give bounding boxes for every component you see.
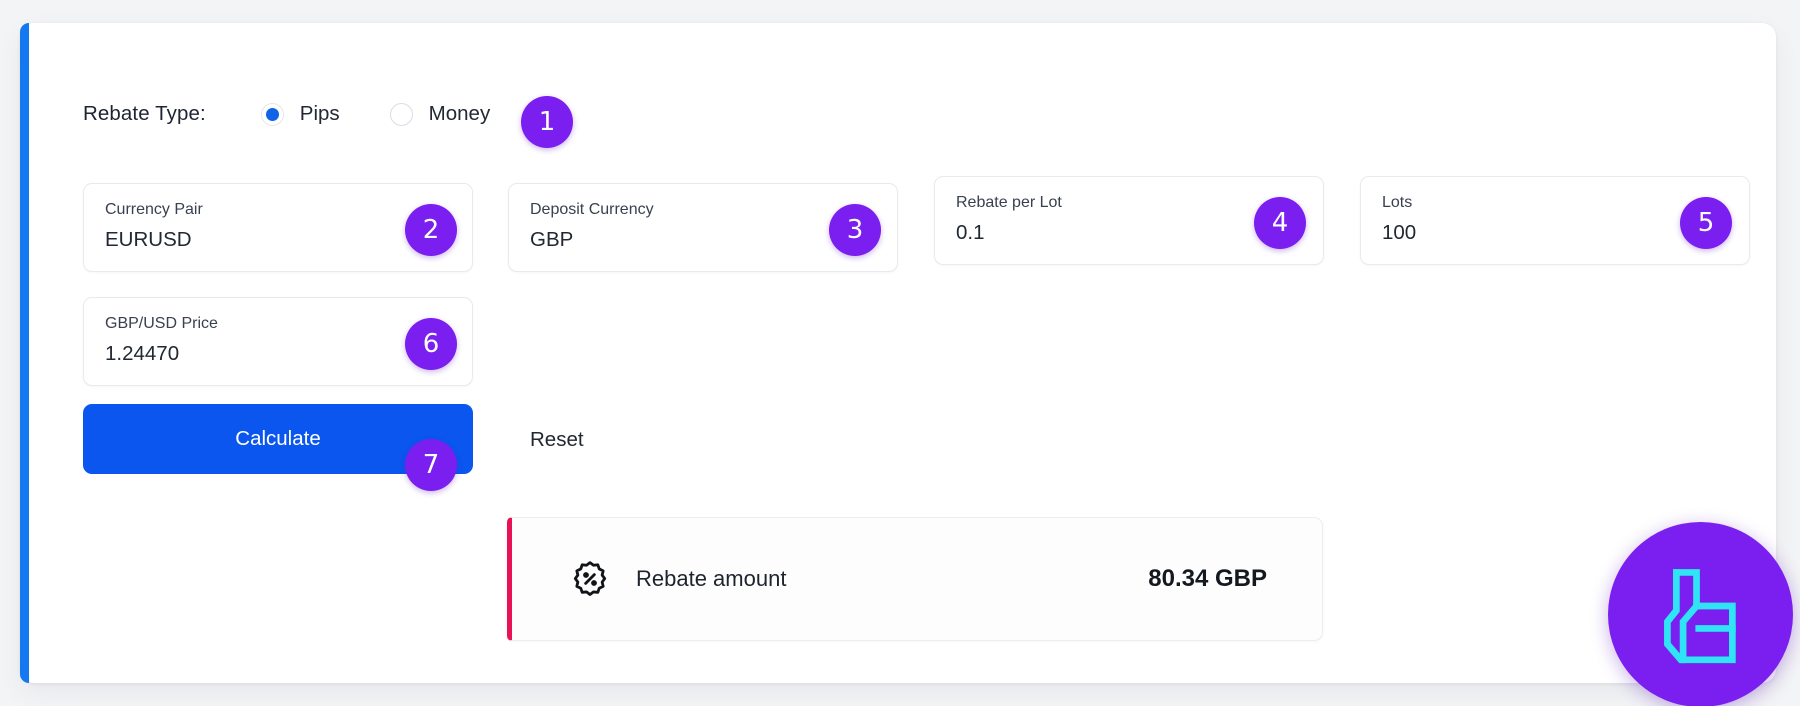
gbp-usd-price-value: 1.24470 <box>105 342 180 365</box>
rebate-per-lot-value: 0.1 <box>956 221 985 244</box>
rebate-amount-label: Rebate amount <box>636 566 787 591</box>
percent-seal-icon <box>570 559 610 599</box>
rebate-amount-value: 80.34 GBP <box>1148 565 1267 592</box>
lots-value: 100 <box>1382 221 1417 244</box>
rebate-type-row: Rebate Type: Pips Money <box>83 98 540 130</box>
lots-label: Lots <box>1382 194 1413 211</box>
radio-option-pips[interactable]: Pips <box>260 102 340 126</box>
brand-logo-icon <box>1663 568 1736 663</box>
annotation-badge-7: 7 <box>405 439 457 491</box>
radio-pips-label: Pips <box>299 102 340 125</box>
gbp-usd-price-label: GBP/USD Price <box>105 315 218 332</box>
card-left-accent-bar <box>20 23 29 683</box>
annotation-badge-6: 6 <box>405 318 457 370</box>
currency-pair-label: Currency Pair <box>105 201 203 218</box>
radio-pips-indicator[interactable] <box>260 102 284 126</box>
annotation-badge-2: 2 <box>405 204 457 256</box>
rebate-result-panel: Rebate amount 80.34 GBP <box>507 517 1323 641</box>
annotation-badge-5: 5 <box>1680 197 1732 249</box>
screen-root: Rebate Type: Pips Money Currency Pair EU… <box>0 0 1800 706</box>
currency-pair-value: EURUSD <box>105 228 192 251</box>
rebate-calculator-card: Rebate Type: Pips Money Currency Pair EU… <box>20 23 1776 683</box>
brand-logo-button[interactable] <box>1608 522 1793 706</box>
deposit-currency-label: Deposit Currency <box>530 201 654 218</box>
annotation-badge-4: 4 <box>1254 197 1306 249</box>
radio-money-label: Money <box>428 102 491 125</box>
annotation-badge-3: 3 <box>829 204 881 256</box>
radio-option-money[interactable]: Money <box>389 102 491 126</box>
radio-money-indicator[interactable] <box>389 102 413 126</box>
rebate-type-label: Rebate Type: <box>83 102 206 125</box>
deposit-currency-value: GBP <box>530 228 574 251</box>
annotation-badge-1: 1 <box>521 96 573 148</box>
radio-pips-dot <box>265 107 279 121</box>
rebate-per-lot-label: Rebate per Lot <box>956 194 1062 211</box>
reset-button[interactable]: Reset <box>530 428 584 452</box>
